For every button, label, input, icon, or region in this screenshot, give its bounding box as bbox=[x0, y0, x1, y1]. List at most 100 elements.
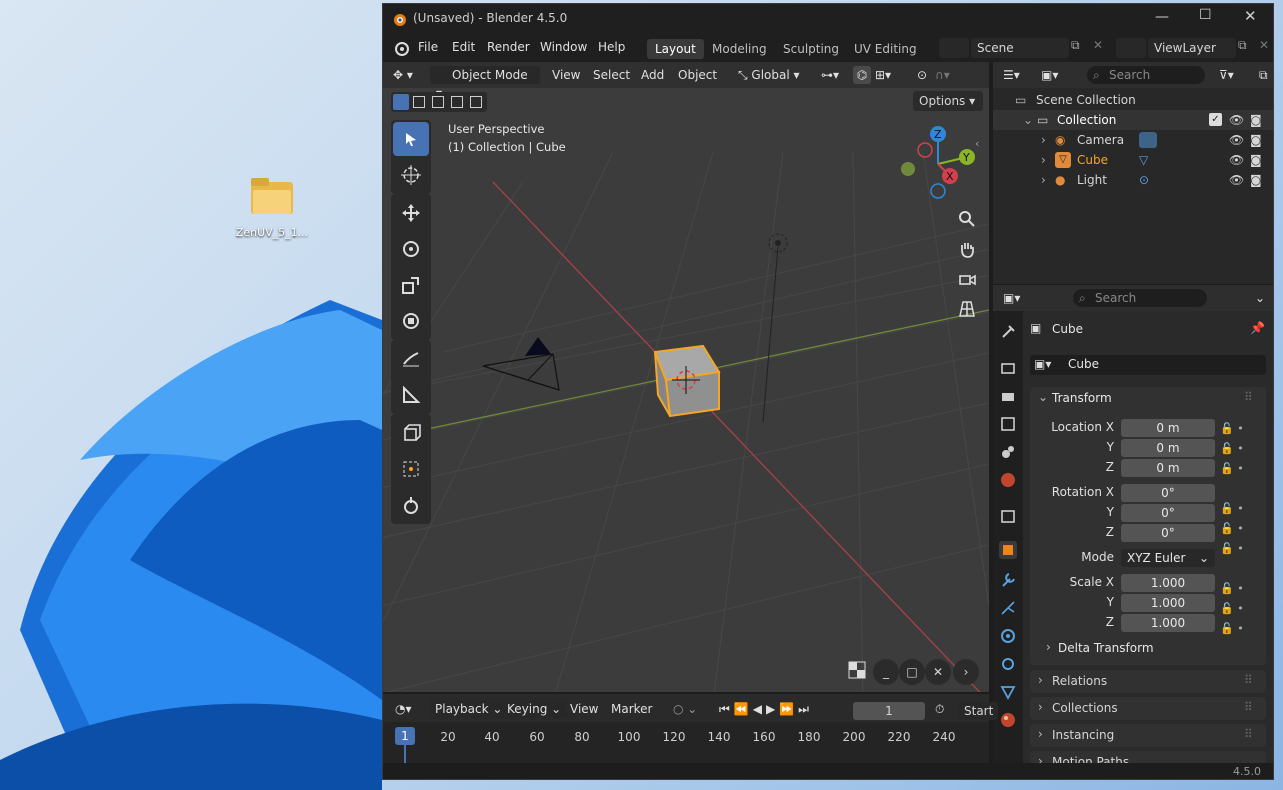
object-tab-icon[interactable] bbox=[999, 541, 1017, 559]
visibility-eye-icon[interactable]: 👁 bbox=[1229, 150, 1244, 170]
annotate-tool[interactable] bbox=[393, 342, 429, 376]
render-camera-icon[interactable]: ◙ bbox=[1250, 150, 1262, 170]
physics-tab-icon[interactable] bbox=[999, 627, 1017, 645]
scene-type-button[interactable] bbox=[939, 38, 969, 58]
rotate-pivot-tool[interactable] bbox=[393, 488, 429, 522]
tab-uv-editing[interactable]: UV Editing bbox=[846, 39, 925, 59]
snap-target-button[interactable]: ⊞▾ bbox=[875, 66, 905, 84]
select-intersect-icon[interactable] bbox=[470, 96, 482, 108]
snap-toggle[interactable]: ⌬ bbox=[853, 66, 871, 84]
new-view-layer-button[interactable]: ⧉ bbox=[1238, 38, 1256, 58]
properties-search[interactable]: ⌕ Search bbox=[1073, 289, 1207, 307]
render-camera-icon[interactable]: ◙ bbox=[1250, 170, 1262, 190]
properties-options[interactable]: ⌄ bbox=[1255, 289, 1265, 307]
desktop-folder[interactable]: ZenUV_5_1... bbox=[234, 176, 310, 239]
camera-view-button[interactable] bbox=[954, 266, 980, 292]
select-new-icon[interactable] bbox=[393, 94, 409, 110]
outliner-editor-type[interactable]: ☰▾ bbox=[1003, 66, 1020, 84]
tab-layout[interactable]: Layout bbox=[647, 39, 704, 59]
drag-handle-icon[interactable]: ⠿ bbox=[1244, 700, 1253, 714]
menu-object[interactable]: Object bbox=[678, 66, 717, 84]
close-overlay-button[interactable]: ✕ bbox=[925, 659, 951, 685]
object-browse-icon[interactable]: ▣▾ bbox=[1034, 357, 1051, 371]
perspective-toggle-button[interactable] bbox=[954, 296, 980, 322]
keying-menu[interactable]: Keying ⌄ bbox=[501, 700, 568, 718]
particles-tab-icon[interactable] bbox=[999, 599, 1017, 617]
menu-window[interactable]: Window bbox=[540, 40, 587, 54]
scale-z-field[interactable]: 1.000 bbox=[1121, 614, 1215, 632]
view-layer-selector[interactable]: ViewLayer bbox=[1148, 38, 1236, 58]
scene-selector[interactable]: Scene bbox=[971, 38, 1069, 58]
marker-menu[interactable]: Marker bbox=[611, 700, 652, 718]
outliner-row-scene-collection[interactable]: ▭ Scene Collection bbox=[993, 90, 1273, 110]
new-scene-button[interactable]: ⧉ bbox=[1071, 38, 1089, 58]
rotation-mode-dropdown[interactable]: XYZ Euler ⌄ bbox=[1121, 549, 1215, 567]
tool-tab-icon[interactable] bbox=[999, 323, 1017, 341]
select-invert-icon[interactable] bbox=[451, 96, 463, 108]
visibility-eye-icon[interactable]: 👁 bbox=[1229, 170, 1244, 190]
menu-file[interactable]: File bbox=[418, 40, 438, 54]
view-layer-type-button[interactable] bbox=[1116, 38, 1146, 58]
constraints-tab-icon[interactable] bbox=[999, 655, 1017, 673]
data-tab-icon[interactable] bbox=[999, 683, 1017, 701]
material-tab-icon[interactable] bbox=[999, 711, 1017, 729]
scale-y-field[interactable]: 1.000 bbox=[1121, 594, 1215, 612]
zoom-button[interactable] bbox=[954, 206, 980, 232]
delete-scene-button[interactable]: ✕ bbox=[1093, 38, 1109, 58]
rotation-z-field[interactable]: 0° bbox=[1121, 524, 1215, 542]
orientation-selector[interactable]: ⤡ Global ▾ bbox=[738, 66, 812, 84]
auto-keying-toggle[interactable]: ○ ⌄ bbox=[673, 700, 697, 718]
outliner-search[interactable]: ⌕ Search bbox=[1087, 66, 1205, 84]
rotation-y-field[interactable]: 0° bbox=[1121, 504, 1215, 522]
render-tab-icon[interactable] bbox=[999, 359, 1017, 377]
visibility-eye-icon[interactable]: 👁 bbox=[1229, 110, 1244, 130]
collections-panel[interactable]: › Collections ⠿ bbox=[1030, 697, 1266, 720]
location-x-field[interactable]: 0 m bbox=[1121, 419, 1215, 437]
outliner-row-cube[interactable]: › ▽ Cube ▽ 👁 ◙ bbox=[993, 150, 1273, 170]
new-collection-button[interactable]: ⧉ bbox=[1259, 66, 1268, 84]
pivot-point-button[interactable]: ⊶▾ bbox=[821, 66, 847, 84]
pin-icon[interactable]: 📌 bbox=[1250, 321, 1265, 335]
proportional-falloff-button[interactable]: ∩▾ bbox=[935, 66, 965, 84]
render-camera-icon[interactable]: ◙ bbox=[1250, 130, 1262, 150]
view-layer-tab-icon[interactable] bbox=[999, 415, 1017, 433]
select-box-tool[interactable] bbox=[393, 122, 429, 156]
cursor-tool[interactable] bbox=[393, 158, 429, 192]
tab-sculpting[interactable]: Sculpting bbox=[775, 39, 847, 59]
menu-select[interactable]: Select bbox=[593, 66, 630, 84]
location-y-field[interactable]: 0 m bbox=[1121, 439, 1215, 457]
delta-transform-subpanel[interactable]: › Delta Transform bbox=[1042, 639, 1252, 659]
instancing-panel[interactable]: › Instancing ⠿ bbox=[1030, 724, 1266, 747]
menu-help[interactable]: Help bbox=[598, 40, 625, 54]
cube-object[interactable] bbox=[653, 344, 721, 418]
mode-selector[interactable]: Object Mode ▾ bbox=[430, 66, 540, 100]
sidebar-toggle[interactable]: ‹ bbox=[975, 137, 979, 150]
display-mode-button[interactable]: ▣▾ bbox=[1041, 66, 1058, 84]
pan-button[interactable] bbox=[954, 236, 980, 262]
start-frame-field[interactable]: Start bbox=[958, 702, 998, 720]
exclude-checkbox[interactable]: ✓ bbox=[1209, 113, 1222, 126]
rotate-tool[interactable] bbox=[393, 232, 429, 266]
render-camera-icon[interactable]: ◙ bbox=[1250, 110, 1262, 130]
menu-add[interactable]: Add bbox=[641, 66, 664, 84]
camera-object[interactable] bbox=[482, 337, 560, 391]
checker-icon[interactable] bbox=[848, 661, 868, 681]
tab-modeling[interactable]: Modeling bbox=[704, 39, 775, 59]
scale-tool[interactable] bbox=[393, 268, 429, 302]
timer-icon[interactable]: ⏱ bbox=[935, 700, 944, 718]
playhead-frame[interactable]: 1 bbox=[395, 727, 415, 745]
3d-viewport[interactable]: ✥ ▾ Object Mode ▾ View Select Add Object… bbox=[383, 62, 989, 692]
menu-edit[interactable]: Edit bbox=[452, 40, 475, 54]
output-tab-icon[interactable] bbox=[999, 387, 1017, 405]
transform-tool[interactable] bbox=[393, 304, 429, 338]
object-datablock-field[interactable]: ▣▾ Cube bbox=[1030, 355, 1266, 375]
navigation-gizmo[interactable]: Z Y X bbox=[893, 124, 983, 204]
menu-view[interactable]: View bbox=[552, 66, 580, 84]
options-dropdown[interactable]: Options ▾ bbox=[913, 91, 983, 111]
select-mode-buttons[interactable] bbox=[391, 92, 487, 112]
playback-menu[interactable]: Playback ⌄ bbox=[429, 700, 509, 718]
select-subtract-icon[interactable] bbox=[432, 96, 444, 108]
add-cube-tool[interactable] bbox=[393, 416, 429, 450]
timeline-view-menu[interactable]: View bbox=[570, 700, 598, 718]
measure-tool[interactable] bbox=[393, 378, 429, 412]
